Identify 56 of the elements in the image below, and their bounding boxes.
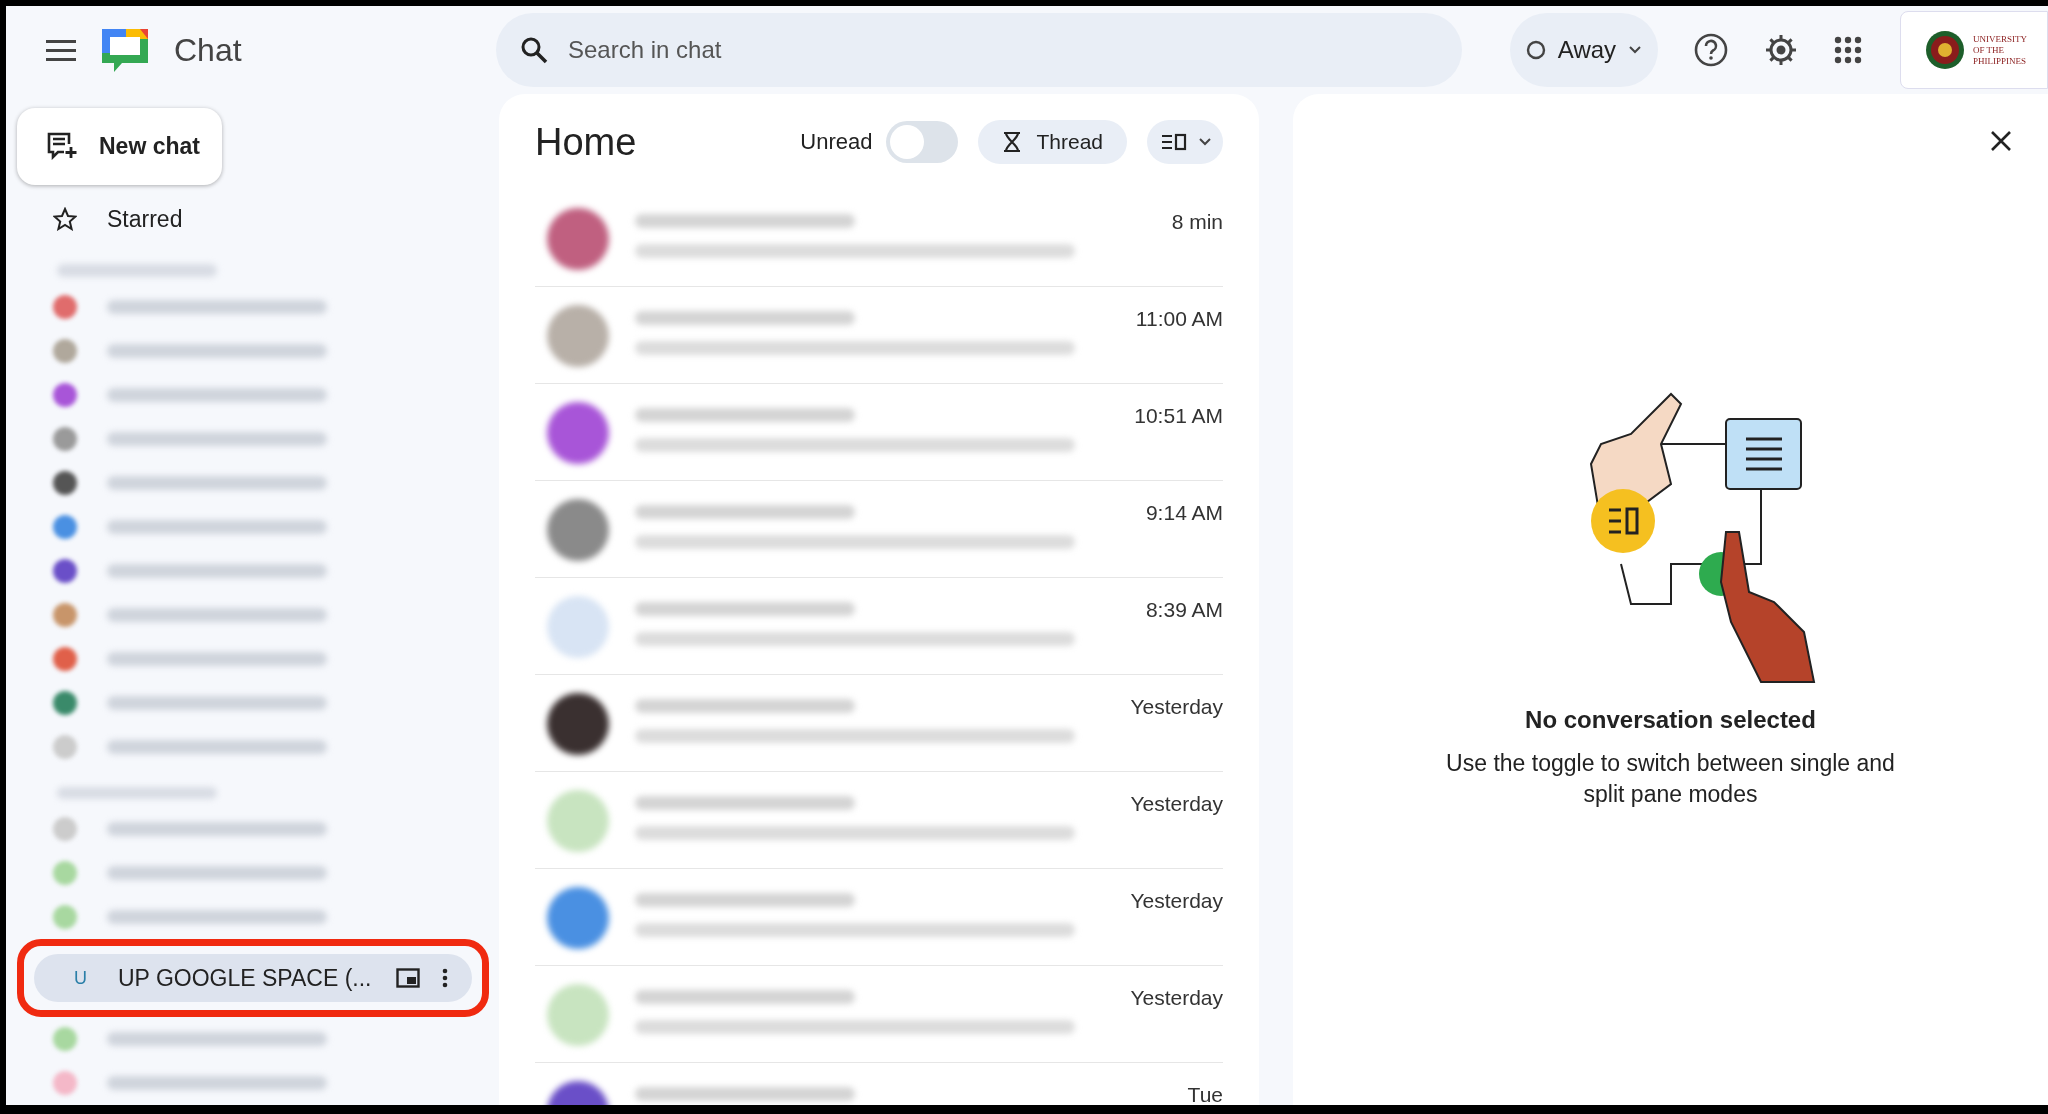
conversation-row[interactable]: 10:51 AM [535,384,1223,481]
organization-name: PHILIPPINES [1973,55,2027,67]
conversation-time: 9:14 AM [1145,500,1223,525]
close-icon[interactable] [1990,130,2012,152]
home-title: Home [535,120,638,164]
starred-item[interactable]: Starred [17,192,493,247]
space-name: UP GOOGLE SPACE (... [118,964,373,992]
view-mode-dropdown[interactable] [1147,120,1223,164]
caret-icon [1628,45,1643,55]
conversation-row[interactable]: Yesterday [535,869,1223,966]
empty-state-message: Use the toggle to switch between single and split pane modes [1445,749,1896,809]
status-circle-icon [1525,40,1546,60]
picture-in-picture-icon[interactable] [396,968,420,988]
conversation-time: 8 min [1171,209,1223,234]
conversation-row[interactable]: Tue [535,1063,1223,1105]
status-dropdown[interactable]: Away [1510,13,1658,87]
conversation-time: 8:39 AM [1145,597,1223,622]
conversation-time: Yesterday [1130,791,1223,816]
chat-logo-icon [100,27,150,73]
conversation-time: Yesterday [1130,985,1223,1010]
search-field[interactable]: Search in chat [496,13,1462,87]
settings-icon[interactable] [1764,33,1798,67]
conversation-row[interactable]: 8 min [535,190,1223,287]
hourglass-icon [1002,131,1023,153]
conversation-time: 10:51 AM [1134,403,1223,428]
conversation-time: Yesterday [1130,694,1223,719]
thread-button[interactable]: Thread [978,120,1127,164]
conversation-row[interactable]: Yesterday [535,966,1223,1063]
conversation-row[interactable]: Yesterday [535,675,1223,772]
conversation-time: Yesterday [1130,888,1223,913]
conversation-time: 11:00 AM [1135,306,1223,331]
split-pane-icon [1161,133,1187,151]
unread-toggle[interactable] [886,121,959,163]
apps-grid-icon[interactable] [1834,36,1862,64]
conversation-row[interactable]: 11:00 AM [535,287,1223,384]
organization-name: OF THE [1973,44,2006,56]
space-item[interactable]: U UP GOOGLE SPACE (... [34,954,472,1002]
new-chat-icon [47,132,77,161]
organization-name: UNIVERSITY [1973,33,2027,45]
seal-icon [1925,30,1965,70]
more-options-icon[interactable] [442,968,448,988]
conversation-time: Tue [1187,1082,1223,1105]
star-icon [53,207,77,232]
empty-state-title: No conversation selected [1525,706,1816,734]
conversation-row[interactable]: Yesterday [535,772,1223,869]
unread-label: Unread [800,129,873,155]
help-icon[interactable] [1694,33,1728,67]
caret-icon [1199,138,1211,146]
organization-logo-badge[interactable]: UNIVERSITY OF THE PHILIPPINES [1900,11,2048,89]
app-title: Chat [174,31,242,69]
search-icon [520,36,548,64]
space-initial: U [74,967,88,989]
new-chat-button[interactable]: New chat [17,108,222,185]
menu-icon[interactable] [46,39,76,61]
conversation-row[interactable]: 9:14 AM [535,481,1223,578]
conversation-row[interactable]: 8:39 AM [535,578,1223,675]
